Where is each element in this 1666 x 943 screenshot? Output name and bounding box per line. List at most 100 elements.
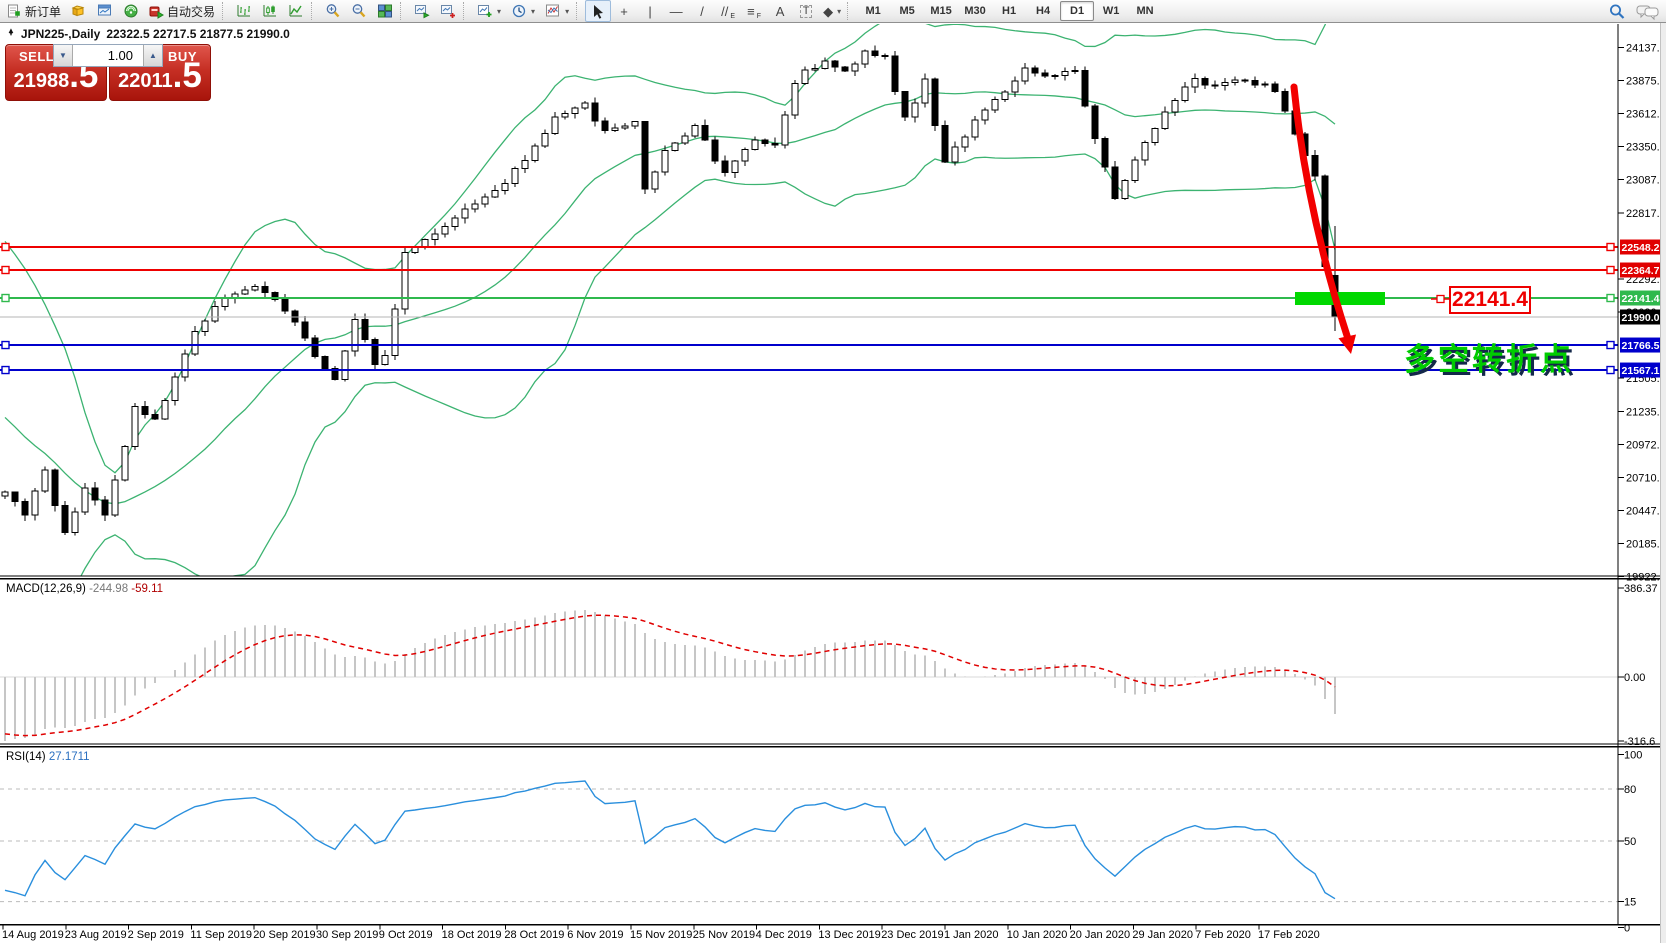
candle-body: [952, 147, 958, 162]
line-handle[interactable]: [1607, 267, 1614, 274]
candle-body: [902, 92, 908, 117]
price-level-label[interactable]: 22141.4: [1449, 286, 1531, 314]
timeframe-button-mn[interactable]: MN: [1128, 1, 1162, 21]
timeframe-button-m15[interactable]: M15: [924, 1, 958, 21]
axes-layer: 24137.523875.023612.523350.023087.522817…: [0, 24, 1666, 941]
periods-button[interactable]: ▾: [506, 0, 540, 22]
horizontal-line-tool[interactable]: —: [663, 0, 689, 22]
candle-body: [942, 125, 948, 161]
candle-body: [1262, 84, 1268, 85]
line-handle[interactable]: [1607, 244, 1614, 251]
new-chart-button[interactable]: ▾: [472, 0, 506, 22]
candle-body: [822, 61, 828, 68]
volume-stepper: ▼ 1.00 ▲: [53, 44, 163, 67]
market-watch-button[interactable]: [92, 0, 118, 22]
clock-icon: [511, 3, 527, 19]
step-forward-button[interactable]: [435, 0, 461, 22]
line-handle[interactable]: [2, 342, 9, 349]
timeframe-button-m5[interactable]: M5: [890, 1, 924, 21]
candle-body: [262, 287, 268, 293]
volume-decrease-button[interactable]: ▼: [54, 45, 73, 66]
candle-body: [582, 103, 588, 108]
one-click-collapse-marker[interactable]: ▲ ▾: [7, 28, 15, 38]
timeframe-button-d1[interactable]: D1: [1060, 1, 1094, 21]
line-handle[interactable]: [2, 295, 9, 302]
candle-body: [832, 61, 838, 67]
arrange-windows-button[interactable]: [409, 0, 435, 22]
candle-body: [502, 184, 508, 191]
crosshair-tool[interactable]: +: [611, 0, 637, 22]
line-handle[interactable]: [1607, 295, 1614, 302]
candle-body: [102, 500, 108, 515]
date-tick-label: 7 Feb 2020: [1195, 929, 1251, 941]
date-tick-label: 2 Sep 2019: [128, 929, 184, 941]
candle-body: [22, 502, 28, 516]
timeframe-button-w1[interactable]: W1: [1094, 1, 1128, 21]
chart-canvas[interactable]: 24137.523875.023612.523350.023087.522817…: [0, 0, 1666, 943]
line-handle[interactable]: [2, 267, 9, 274]
equidistant-channel-tool[interactable]: //E: [715, 0, 741, 22]
zoom-out-button[interactable]: [346, 0, 372, 22]
candle-body: [542, 134, 548, 146]
new-order-button[interactable]: 新订单: [2, 0, 66, 22]
arrows-tool[interactable]: ◆▾: [819, 0, 845, 22]
line-chart-button[interactable]: [283, 0, 309, 22]
candle-body: [932, 79, 938, 126]
candle-body: [1152, 128, 1158, 142]
date-tick-label: 30 Sep 2019: [316, 929, 378, 941]
candle-body: [522, 160, 528, 168]
timeframe-button-h4[interactable]: H4: [1026, 1, 1060, 21]
timeframe-button-m30[interactable]: M30: [958, 1, 992, 21]
timeframe-button-m1[interactable]: M1: [856, 1, 890, 21]
date-tick-label: 20 Jan 2020: [1070, 929, 1131, 941]
candle-body: [1112, 167, 1118, 199]
date-tick-label: 13 Dec 2019: [818, 929, 880, 941]
bar-chart-button[interactable]: [231, 0, 257, 22]
candle-body: [1142, 142, 1148, 160]
candle-body: [922, 79, 928, 103]
candle-body: [602, 121, 608, 130]
window-edge: [1660, 23, 1666, 943]
search-icon[interactable]: [1608, 3, 1626, 21]
macd-axis-label: -316.6: [1624, 736, 1655, 748]
turning-point-note[interactable]: 多空转折点: [1404, 334, 1574, 379]
autotrading-button[interactable]: 自动交易: [144, 0, 220, 22]
line-handle[interactable]: [2, 244, 9, 251]
tile-windows-button[interactable]: [372, 0, 398, 22]
trendline-tool[interactable]: /: [689, 0, 715, 22]
volume-increase-button[interactable]: ▲: [143, 45, 162, 66]
candle-body: [532, 146, 538, 160]
timeframe-button-h1[interactable]: H1: [992, 1, 1026, 21]
candle-body: [192, 331, 198, 354]
zoom-out-icon: [351, 3, 367, 19]
candlestick-chart-button[interactable]: [257, 0, 283, 22]
toolbar-separator: [222, 2, 229, 20]
candle-body: [152, 415, 158, 419]
indicators-button[interactable]: ▾: [540, 0, 574, 22]
candle-body: [1002, 92, 1008, 99]
text-tool[interactable]: A: [767, 0, 793, 22]
chat-icon[interactable]: [1636, 3, 1660, 21]
cursor-tool[interactable]: [585, 0, 611, 22]
line-handle[interactable]: [2, 367, 9, 374]
line-handle[interactable]: [1607, 342, 1614, 349]
candle-body: [1312, 155, 1318, 176]
zoom-in-button[interactable]: [320, 0, 346, 22]
new-order-label: 新订单: [25, 3, 61, 20]
date-tick-label: 1 Jan 2020: [944, 929, 998, 941]
candle-body: [782, 115, 788, 145]
navigator-button[interactable]: [118, 0, 144, 22]
date-tick-label: 6 Nov 2019: [567, 929, 623, 941]
date-tick-label: 23 Aug 2019: [65, 929, 127, 941]
vertical-line-tool[interactable]: |: [637, 0, 663, 22]
profiles-button[interactable]: [66, 0, 92, 22]
label-handle[interactable]: [1437, 296, 1444, 303]
candle-body: [892, 56, 898, 92]
price-badge-label: 21766.5: [1622, 340, 1660, 352]
line-handle[interactable]: [1607, 367, 1614, 374]
text-label-tool[interactable]: T: [793, 0, 819, 22]
candle-body: [962, 137, 968, 147]
candle-body: [1022, 68, 1028, 81]
volume-value[interactable]: 1.00: [73, 45, 143, 66]
fibonacci-tool[interactable]: ≡F: [741, 0, 767, 22]
